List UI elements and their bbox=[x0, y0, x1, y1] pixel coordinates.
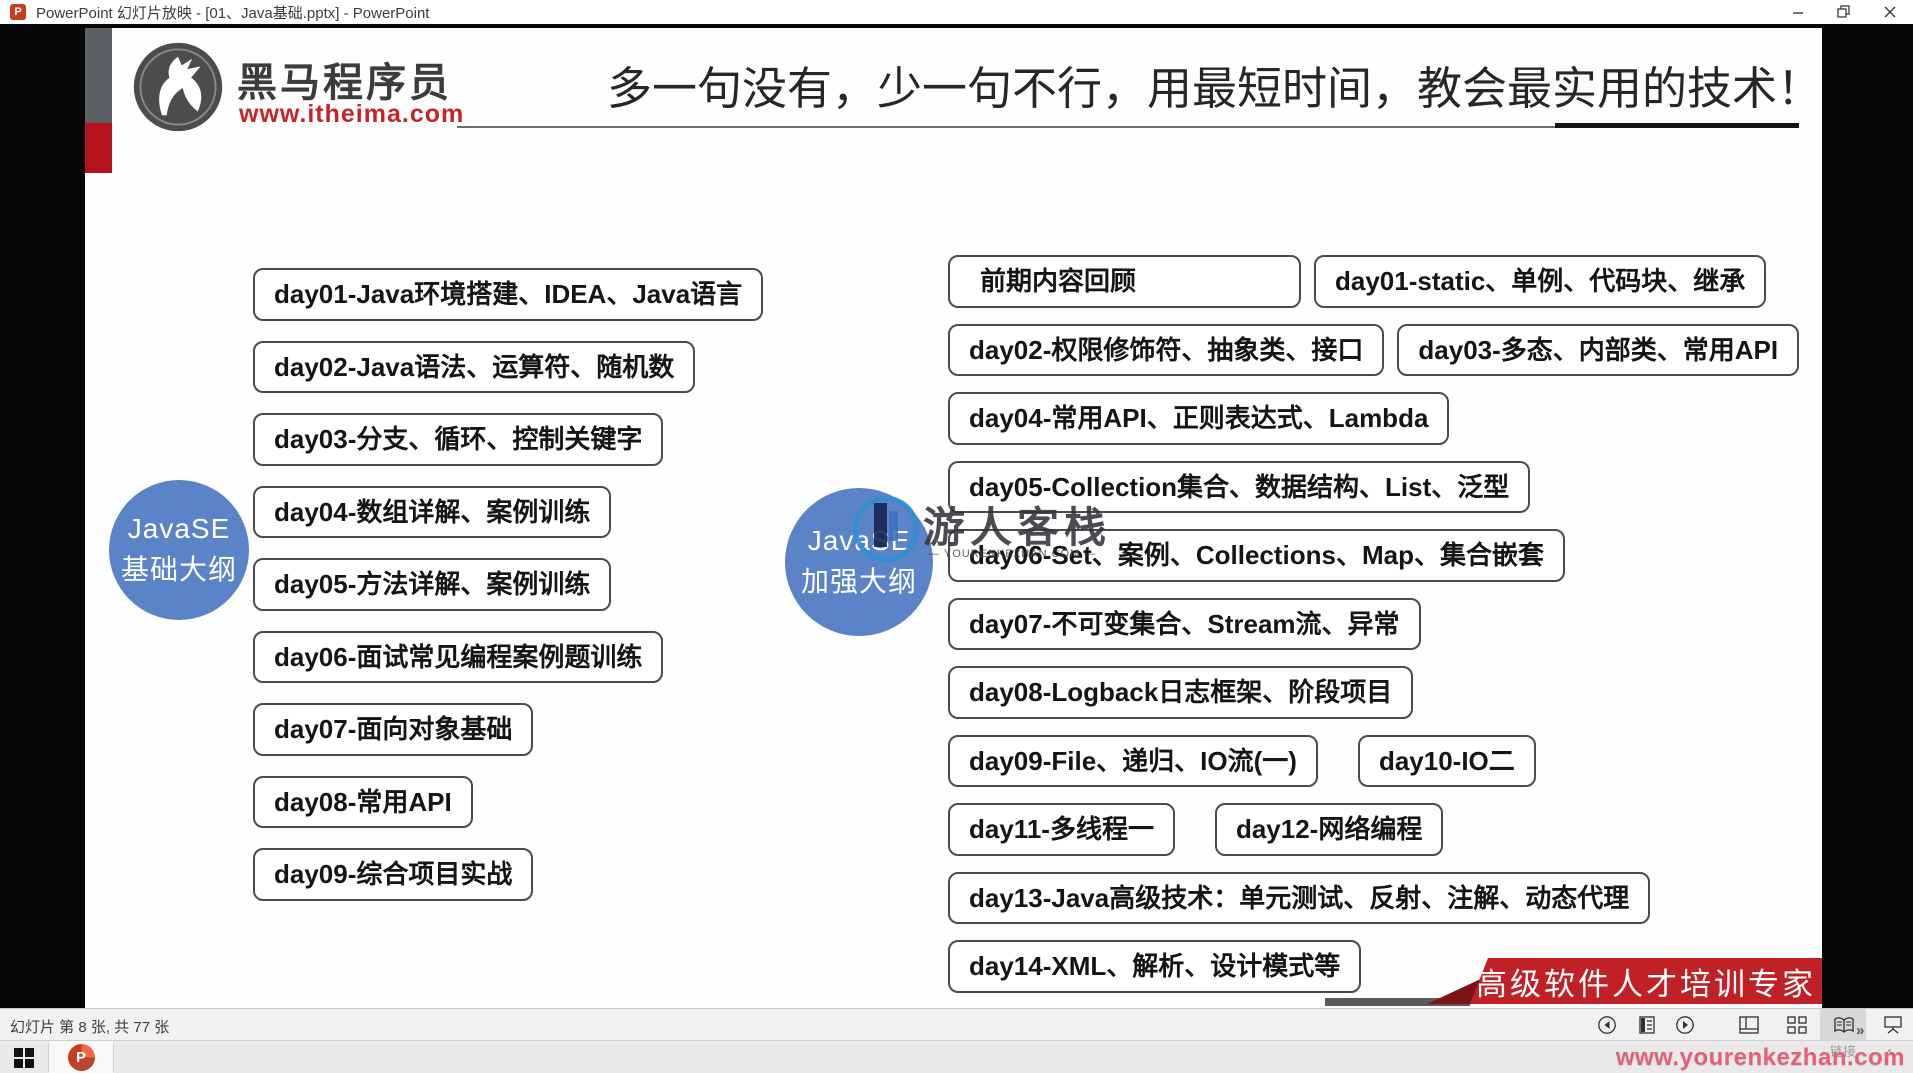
normal-view-button[interactable] bbox=[1738, 1015, 1760, 1035]
expert-banner: 高级软件人才培训专家 bbox=[1470, 958, 1822, 1004]
next-slide-icon bbox=[1675, 1015, 1695, 1035]
start-button[interactable] bbox=[0, 1041, 48, 1073]
outline-box: day12-网络编程 bbox=[1215, 803, 1443, 856]
outline-box: day08-常用API bbox=[253, 776, 473, 829]
circle-label: 加强大纲 bbox=[801, 562, 917, 603]
outline-box: day10-IO二 bbox=[1358, 735, 1536, 788]
windows-logo-icon bbox=[14, 1048, 34, 1068]
reading-view-icon bbox=[1833, 1016, 1855, 1034]
watermark-name: 游人客栈 bbox=[923, 494, 1111, 555]
outline-box: day06-面试常见编程案例题训练 bbox=[253, 631, 663, 684]
minimize-button[interactable] bbox=[1775, 0, 1821, 24]
taskbar-powerpoint-button[interactable]: P bbox=[49, 1041, 113, 1073]
next-slide-button[interactable] bbox=[1674, 1015, 1696, 1035]
slide[interactable]: 黑马程序员 www.itheima.com 多一句没有，少一句不行，用最短时间，… bbox=[85, 28, 1822, 1008]
circle-label: JavaSE bbox=[128, 509, 231, 550]
outline-box: day14-XML、解析、设计模式等 bbox=[948, 940, 1361, 993]
itheima-horse-logo-icon bbox=[131, 40, 225, 134]
brand-url: www.itheima.com bbox=[239, 100, 464, 129]
status-bar: 幻灯片 第 8 张, 共 77 张 bbox=[0, 1008, 1913, 1041]
slide-accent-gray-bar bbox=[85, 28, 112, 123]
taskbar-url-watermark: www.yourenkezhan.com bbox=[1616, 1044, 1905, 1072]
outline-box: day04-常用API、正则表达式、Lambda bbox=[948, 392, 1449, 445]
powerpoint-icon: P bbox=[68, 1044, 95, 1071]
window-title: PowerPoint 幻灯片放映 - [01、Java基础.pptx] - Po… bbox=[36, 2, 429, 23]
outline-box: day09-File、递归、IO流(一) bbox=[948, 735, 1318, 788]
slideshow-area: 黑马程序员 www.itheima.com 多一句没有，少一句不行，用最短时间，… bbox=[0, 24, 1913, 1008]
slideshow-view-icon bbox=[1883, 1015, 1903, 1035]
outline-box: day04-数组详解、案例训练 bbox=[253, 486, 611, 539]
powerpoint-window: P PowerPoint 幻灯片放映 - [01、Java基础.pptx] - … bbox=[0, 0, 1913, 1073]
slideshow-view-button[interactable] bbox=[1882, 1015, 1904, 1035]
slide-accent-red-block bbox=[85, 123, 112, 173]
outline-box: day01-static、单例、代码块、继承 bbox=[1314, 255, 1766, 308]
outline-box: day02-Java语法、运算符、随机数 bbox=[253, 341, 695, 394]
circle-label: 基础大纲 bbox=[121, 550, 237, 591]
reading-view-button[interactable] bbox=[1833, 1015, 1855, 1035]
outline-box: day11-多线程一 bbox=[948, 803, 1175, 856]
watermark-subtext: — YOURENKEZHAN.COM — bbox=[928, 548, 1096, 560]
powerpoint-icon: P bbox=[10, 4, 26, 20]
left-outline-list: day01-Java环境搭建、IDEA、Java语言 day02-Java语法、… bbox=[253, 268, 763, 901]
outline-box: day13-Java高级技术：单元测试、反射、注解、动态代理 bbox=[948, 872, 1650, 925]
title-bar: P PowerPoint 幻灯片放映 - [01、Java基础.pptx] - … bbox=[0, 0, 1913, 24]
restore-button[interactable] bbox=[1821, 0, 1867, 24]
normal-view-icon bbox=[1739, 1016, 1759, 1034]
taskbar-separator bbox=[113, 1043, 114, 1072]
left-outline-circle: JavaSE 基础大纲 bbox=[109, 480, 249, 620]
slide-sorter-icon bbox=[1787, 1016, 1807, 1034]
outline-box: day01-Java环境搭建、IDEA、Java语言 bbox=[253, 268, 763, 321]
slide-sorter-button[interactable] bbox=[1786, 1015, 1808, 1035]
minimize-icon bbox=[1792, 6, 1804, 18]
menu-icon bbox=[1638, 1015, 1656, 1035]
taskbar: P 链接 ^ www.yourenkezhan.com bbox=[0, 1040, 1913, 1073]
previous-slide-button[interactable] bbox=[1596, 1015, 1618, 1035]
outline-box: day02-权限修饰符、抽象类、接口 bbox=[948, 324, 1384, 377]
outline-box: day03-分支、循环、控制关键字 bbox=[253, 413, 663, 466]
previous-slide-icon bbox=[1597, 1015, 1617, 1035]
outline-box: 前期内容回顾 bbox=[948, 255, 1301, 308]
close-icon bbox=[1884, 6, 1896, 18]
close-button[interactable] bbox=[1867, 0, 1913, 24]
status-overflow-chevron[interactable]: » bbox=[1856, 1022, 1864, 1039]
right-outline-list: 前期内容回顾 day01-static、单例、代码块、继承 day02-权限修饰… bbox=[948, 255, 1799, 993]
outline-box: day05-方法详解、案例训练 bbox=[253, 558, 611, 611]
watermark-logo-icon bbox=[853, 496, 919, 562]
outline-box: day08-Logback日志框架、阶段项目 bbox=[948, 666, 1413, 719]
outline-box: day07-面向对象基础 bbox=[253, 703, 533, 756]
outline-box: day03-多态、内部类、常用API bbox=[1397, 324, 1799, 377]
tagline-underline-dark-segment bbox=[1555, 123, 1799, 128]
tagline: 多一句没有，少一句不行，用最短时间，教会最实用的技术！ bbox=[607, 52, 1822, 117]
slide-position-text: 幻灯片 第 8 张, 共 77 张 bbox=[10, 1016, 169, 1037]
banner-text: 高级软件人才培训专家 bbox=[1476, 959, 1816, 1004]
slideshow-menu-button[interactable] bbox=[1636, 1015, 1658, 1035]
outline-box: day07-不可变集合、Stream流、异常 bbox=[948, 598, 1421, 651]
restore-icon bbox=[1837, 5, 1851, 19]
outline-box: day09-综合项目实战 bbox=[253, 848, 533, 901]
